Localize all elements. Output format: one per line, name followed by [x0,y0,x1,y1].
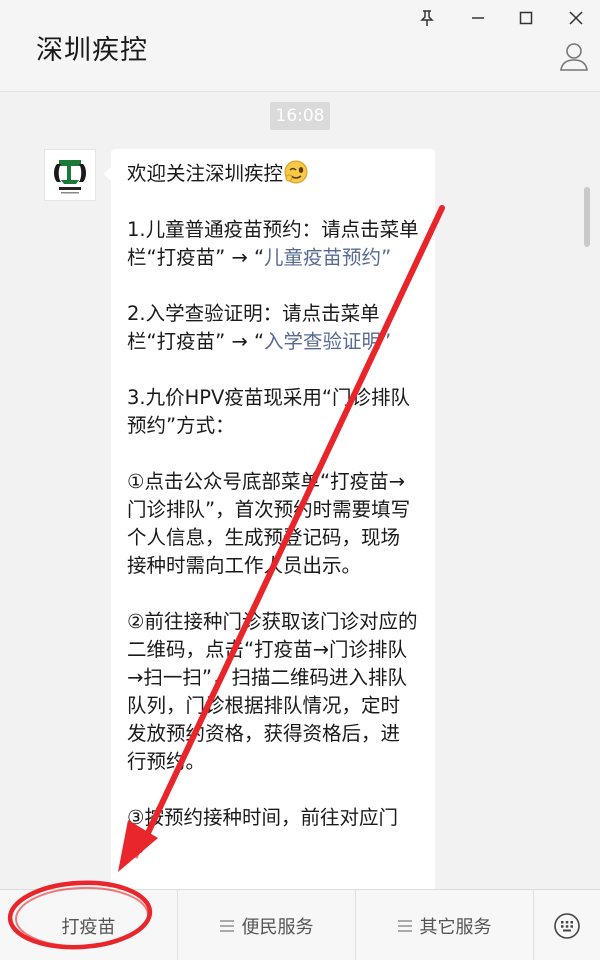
message-item-5: ②前往接种门诊获取该门诊对应的二维码，点击“打疫苗→门诊排队→扫一扫”，扫描二维… [127,610,418,773]
keyboard-icon [554,912,580,939]
menu-convenience-services[interactable]: 便民服务 [178,890,356,960]
message-bubble[interactable]: 欢迎关注深圳疾控 1.儿童普通疫苗预约：请点击菜单栏“打疫苗” → “儿童疫苗预… [104,149,435,889]
chat-scrollbar[interactable] [584,187,590,247]
keyboard-toggle[interactable] [534,890,600,960]
menu-vaccination[interactable]: 打疫苗 [0,890,178,960]
menu-other-services[interactable]: 其它服务 [356,890,534,960]
message-item-3: 3.九价HPV疫苗现采用“门诊排队预约”方式： [127,386,410,437]
menu-vaccination-label: 打疫苗 [61,916,116,938]
menu-convenience-label: 便民服务 [241,916,314,938]
minimize-icon[interactable] [458,4,498,32]
title-bar: 深圳疾控 [0,0,600,92]
message-greeting: 欢迎关注深圳疾控 [127,159,419,188]
submenu-icon [219,917,234,935]
pin-icon[interactable] [407,4,447,32]
menu-other-label: 其它服务 [419,916,492,938]
shenzhen-cdc-logo-icon [54,160,86,194]
link-child-vaccine-booking[interactable]: 儿童疫苗预约 [264,246,381,269]
submenu-icon [397,917,412,935]
message-item-4: ①点击公众号底部菜单“打疫苗→门诊排队”，首次预约时需要填写个人信息，生成预登记… [127,470,411,577]
account-avatar[interactable] [44,149,96,201]
maximize-icon[interactable] [506,4,546,32]
official-account-menu: 打疫苗 便民服务 其它服务 [0,889,600,960]
link-school-vaccination-certificate[interactable]: 入学查验证明 [264,330,381,353]
message-item-2: 2.入学查验证明：请点击菜单栏“打疫苗” → “入学查验证明” [127,302,392,353]
message-timestamp: 16:08 [270,102,330,130]
user-profile-icon[interactable] [558,40,590,72]
close-icon[interactable] [556,4,596,32]
message-item-6: ③按预约接种时间，前往对应门 [127,806,398,829]
message-item-1: 1.儿童普通疫苗预约：请点击菜单栏“打疫苗” → “儿童疫苗预约” [127,218,419,269]
wink-emoji-icon [284,160,308,184]
chat-area[interactable]: 16:08 欢迎关注深圳疾控 1.儿童普通疫苗预约：请点击菜单栏“打疫苗” → … [0,93,600,889]
chat-title: 深圳疾控 [36,35,148,66]
